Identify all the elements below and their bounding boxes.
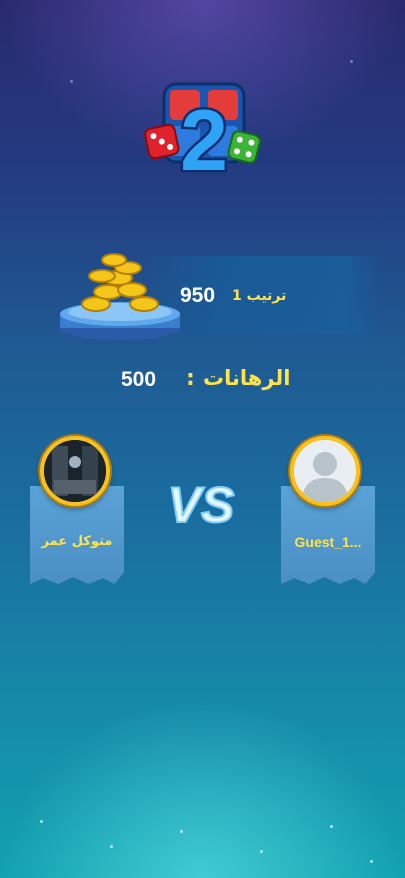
ludo-logo-icon: 2 (144, 82, 261, 180)
player-left-avatar (40, 436, 110, 506)
player-right-name: Guest_1... (294, 534, 362, 550)
bets-separator: : (186, 366, 195, 391)
coin-pile-icon (60, 253, 180, 340)
player-right-avatar (290, 436, 360, 506)
reward-amount: 950 (180, 284, 216, 307)
bets-label: الرهانات (203, 366, 291, 390)
photo-avatar-icon (44, 440, 106, 502)
versus-icon: VS (167, 476, 236, 534)
reward-rank-label: ترتيب 1 (232, 288, 287, 304)
vs-label: VS (168, 477, 235, 533)
logo-number: 2 (180, 93, 228, 180)
bets-value: 500 (121, 368, 157, 391)
default-user-icon (294, 440, 356, 502)
background-bottom-glow (0, 698, 405, 878)
player-left-name: متوكل عمر (41, 534, 113, 549)
